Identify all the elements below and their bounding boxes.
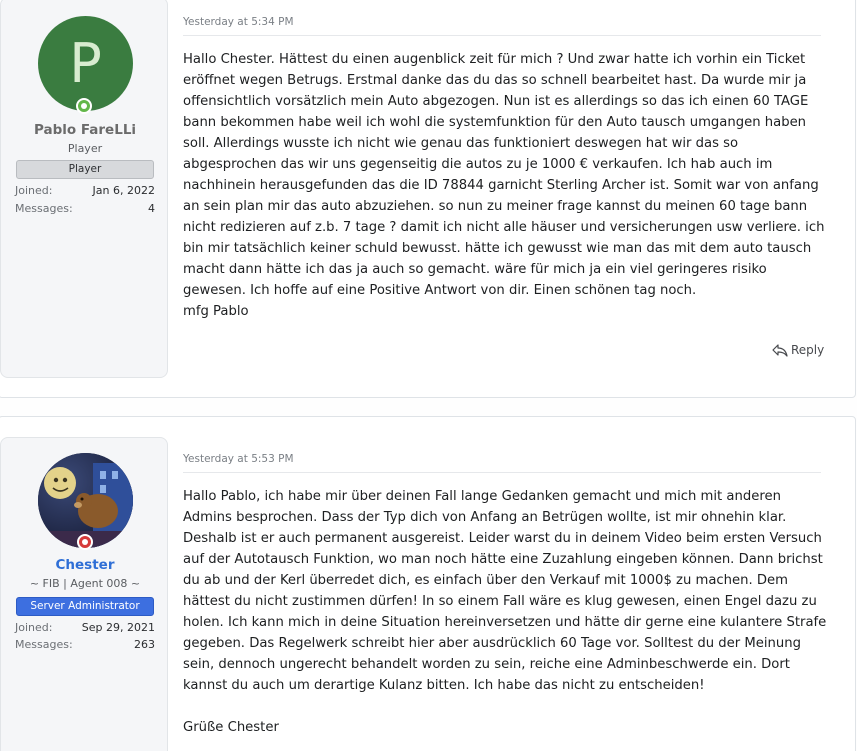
messages-label: Messages: (15, 638, 73, 651)
reply-button[interactable]: Reply (772, 343, 824, 357)
username[interactable]: Pablo FareLLi (1, 122, 169, 138)
divider (183, 472, 821, 473)
post-signoff: mfg Pablo (183, 304, 249, 319)
joined-row: Joined: Jan 6, 2022 (15, 184, 155, 197)
messages-row: Messages: 263 (15, 638, 155, 651)
messages-label: Messages: (15, 202, 73, 215)
away-status-icon (77, 534, 93, 550)
joined-label: Joined: (15, 184, 53, 197)
post-paragraph: Hallo Chester. Hättest du einen augenbli… (183, 52, 825, 298)
post-date[interactable]: Yesterday at 5:53 PM (183, 453, 294, 465)
post-body: Hallo Pablo, ich habe mir über deinen Fa… (183, 486, 831, 738)
post-body: Hallo Chester. Hättest du einen augenbli… (183, 49, 831, 322)
user-cell-pablo: P Pablo FareLLi Player Player Joined: Ja… (0, 0, 168, 378)
messages-value[interactable]: 263 (134, 638, 155, 651)
reply-icon (772, 344, 788, 357)
joined-value: Jan 6, 2022 (92, 184, 155, 197)
post-date[interactable]: Yesterday at 5:34 PM (183, 16, 294, 28)
post-paragraph: Hallo Pablo, ich habe mir über deinen Fa… (183, 489, 827, 693)
user-title: ~ FIB | Agent 008 ~ (29, 577, 141, 590)
joined-row: Joined: Sep 29, 2021 (15, 621, 155, 634)
messages-value[interactable]: 4 (148, 202, 155, 215)
avatar[interactable]: P (38, 16, 133, 111)
username[interactable]: Chester (1, 557, 169, 573)
user-cell-chester: Chester ~ FIB | Agent 008 ~ Server Admin… (0, 437, 168, 751)
avatar-letter: P (69, 32, 102, 95)
user-title: Player (67, 142, 103, 155)
user-banner: Server Administrator (16, 597, 154, 616)
online-status-icon (76, 98, 92, 114)
divider (183, 35, 821, 36)
post-signoff: Grüße Chester (183, 720, 279, 735)
post-1: P Pablo FareLLi Player Player Joined: Ja… (0, 0, 856, 398)
post-2: Chester ~ FIB | Agent 008 ~ Server Admin… (0, 416, 856, 751)
messages-row: Messages: 4 (15, 202, 155, 215)
joined-value: Sep 29, 2021 (81, 621, 155, 634)
joined-label: Joined: (15, 621, 53, 634)
reply-label: Reply (791, 343, 825, 357)
user-banner: Player (16, 160, 154, 179)
